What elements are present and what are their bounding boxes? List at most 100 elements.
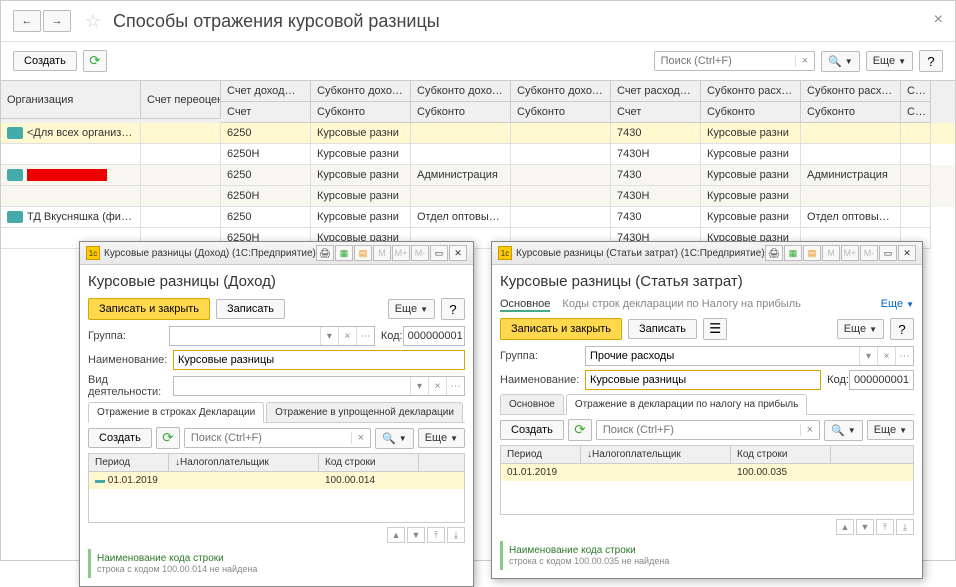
nav-first-icon[interactable]: ⤒ [427,527,445,543]
nav-first-icon[interactable]: ⤒ [876,519,894,535]
open-icon[interactable]: ⋯ [356,327,374,345]
col-expense-sub3[interactable]: Су… [901,81,931,102]
refresh-icon[interactable]: ⟳ [568,419,592,441]
m-icon[interactable]: M [373,245,391,261]
close-icon[interactable]: ✕ [449,245,467,261]
tab-declaration[interactable]: Отражение в декларации по налогу на приб… [566,394,808,415]
dialog-heading: Курсовые разницы (Статья затрат) [500,273,914,290]
calc-icon[interactable]: ▦ [784,245,802,261]
nav-up-icon[interactable]: ▲ [387,527,405,543]
print-icon[interactable]: 🖨 [316,245,334,261]
dropdown-icon[interactable]: ▾ [859,347,877,365]
list-icon[interactable]: ☰ [703,318,727,340]
create-button[interactable]: Создать [88,428,152,448]
col-expense-sub1[interactable]: Субконто расход… [701,81,801,102]
more-dropdown[interactable]: Еще▼ [867,420,914,440]
window-icon[interactable]: ▭ [879,245,897,261]
table-row[interactable]: <Для всех организаций>6250Курсовые разни… [1,123,955,144]
calendar-icon[interactable]: ▤ [803,245,821,261]
nav-last-icon[interactable]: ⤓ [896,519,914,535]
table-row[interactable]: 6250НКурсовые разни7430НКурсовые разни [1,144,955,165]
help-icon[interactable]: ? [441,298,465,320]
col-reeval[interactable]: Счет переоценки [141,81,221,119]
code-value: 000000001 [849,370,914,390]
group-input[interactable]: ▾ × ⋯ [169,326,375,346]
more-link[interactable]: Еще ▼ [881,298,914,312]
back-button[interactable]: ← [13,10,41,32]
save-button[interactable]: Записать [216,299,285,319]
tab-main[interactable]: Основное [500,394,564,414]
col-income-sub1[interactable]: Субконто доход… [311,81,411,102]
clear-icon[interactable]: × [428,377,446,395]
nav-up-icon[interactable]: ▲ [836,519,854,535]
subnav-codes-link[interactable]: Коды строк декларации по Налогу на прибы… [562,298,800,312]
more-dropdown[interactable]: Еще▼ [418,428,465,448]
calc-icon[interactable]: ▦ [335,245,353,261]
nav-last-icon[interactable]: ⤓ [447,527,465,543]
clear-icon[interactable]: × [351,432,370,444]
sub-grid-row[interactable]: 01.01.2019 100.00.035 [501,464,913,481]
close-icon[interactable]: ✕ [898,245,916,261]
m-plus-icon[interactable]: M+ [841,245,859,261]
col-income-sub2[interactable]: Субконто доход… [411,81,511,102]
magnifier-dropdown[interactable]: 🔍▼ [821,51,860,72]
activity-input[interactable]: ▾ × ⋯ [173,376,465,396]
open-icon[interactable]: ⋯ [446,377,464,395]
clear-icon[interactable]: × [877,347,895,365]
dialog-title: Курсовые разницы (Статьи затрат) (1С:Пре… [516,248,765,259]
table-row[interactable]: 6250Курсовые разниАдминистрация7430Курсо… [1,165,955,186]
col-organization[interactable]: Организация [1,81,141,119]
search-input-wrap[interactable]: × [654,51,815,71]
create-button[interactable]: Создать [13,51,77,71]
more-dropdown[interactable]: Еще▼ [388,299,435,319]
sub-search-input[interactable] [185,429,351,447]
calendar-icon[interactable]: ▤ [354,245,372,261]
nav-down-icon[interactable]: ▼ [856,519,874,535]
refresh-icon[interactable]: ⟳ [83,50,107,72]
clear-icon[interactable]: × [800,424,819,436]
magnifier-dropdown[interactable]: 🔍▼ [824,420,863,441]
col-income-sub3[interactable]: Субконто доход… [511,81,611,102]
open-icon[interactable]: ⋯ [895,347,913,365]
print-icon[interactable]: 🖨 [765,245,783,261]
create-button[interactable]: Создать [500,420,564,440]
magnifier-dropdown[interactable]: 🔍▼ [375,428,414,449]
close-icon[interactable]: × [934,11,943,29]
sub-grid-row[interactable]: ▬ 01.01.2019 100.00.014 [89,472,464,489]
help-icon[interactable]: ? [890,318,914,340]
table-row[interactable]: 6250НКурсовые разни7430НКурсовые разни [1,186,955,207]
m-minus-icon[interactable]: M- [860,245,878,261]
m-minus-icon[interactable]: M- [411,245,429,261]
more-dropdown[interactable]: Еще▼ [837,319,884,339]
nav-down-icon[interactable]: ▼ [407,527,425,543]
table-row[interactable]: ТД Вкусняшка (филиал "ТД…6250Курсовые ра… [1,207,955,228]
group-input[interactable]: ▾ × ⋯ [585,346,914,366]
name-input[interactable] [173,350,465,370]
dialog-title: Курсовые разницы (Доход) (1С:Предприятие… [104,248,316,259]
save-close-button[interactable]: Записать и закрыть [500,318,622,340]
refresh-icon[interactable]: ⟳ [156,427,180,449]
col-expense-sub2[interactable]: Субконто расход… [801,81,901,102]
name-input[interactable] [585,370,821,390]
save-close-button[interactable]: Записать и закрыть [88,298,210,320]
tab-simplified[interactable]: Отражение в упрощенной декларации [266,402,463,422]
save-button[interactable]: Записать [628,319,697,339]
search-input[interactable] [655,52,795,70]
dropdown-icon[interactable]: ▾ [410,377,428,395]
m-plus-icon[interactable]: M+ [392,245,410,261]
m-icon[interactable]: M [822,245,840,261]
clear-icon[interactable]: × [338,327,356,345]
favorite-star-icon[interactable]: ☆ [81,9,105,33]
tab-declaration[interactable]: Отражение в строках Декларации [88,402,264,423]
col-expense-acct[interactable]: Счет расход… [611,81,701,102]
help-icon[interactable]: ? [919,50,943,72]
more-dropdown[interactable]: Еще▼ [866,51,913,71]
window-icon[interactable]: ▭ [430,245,448,261]
forward-button[interactable]: → [43,10,71,32]
dropdown-icon[interactable]: ▾ [320,327,338,345]
col-income-acct[interactable]: Счет доход… [221,81,311,102]
search-clear-icon[interactable]: × [795,55,814,67]
sub-search-input[interactable] [597,421,800,439]
page-title: Способы отражения курсовой разницы [113,11,440,32]
subnav-main[interactable]: Основное [500,298,550,312]
